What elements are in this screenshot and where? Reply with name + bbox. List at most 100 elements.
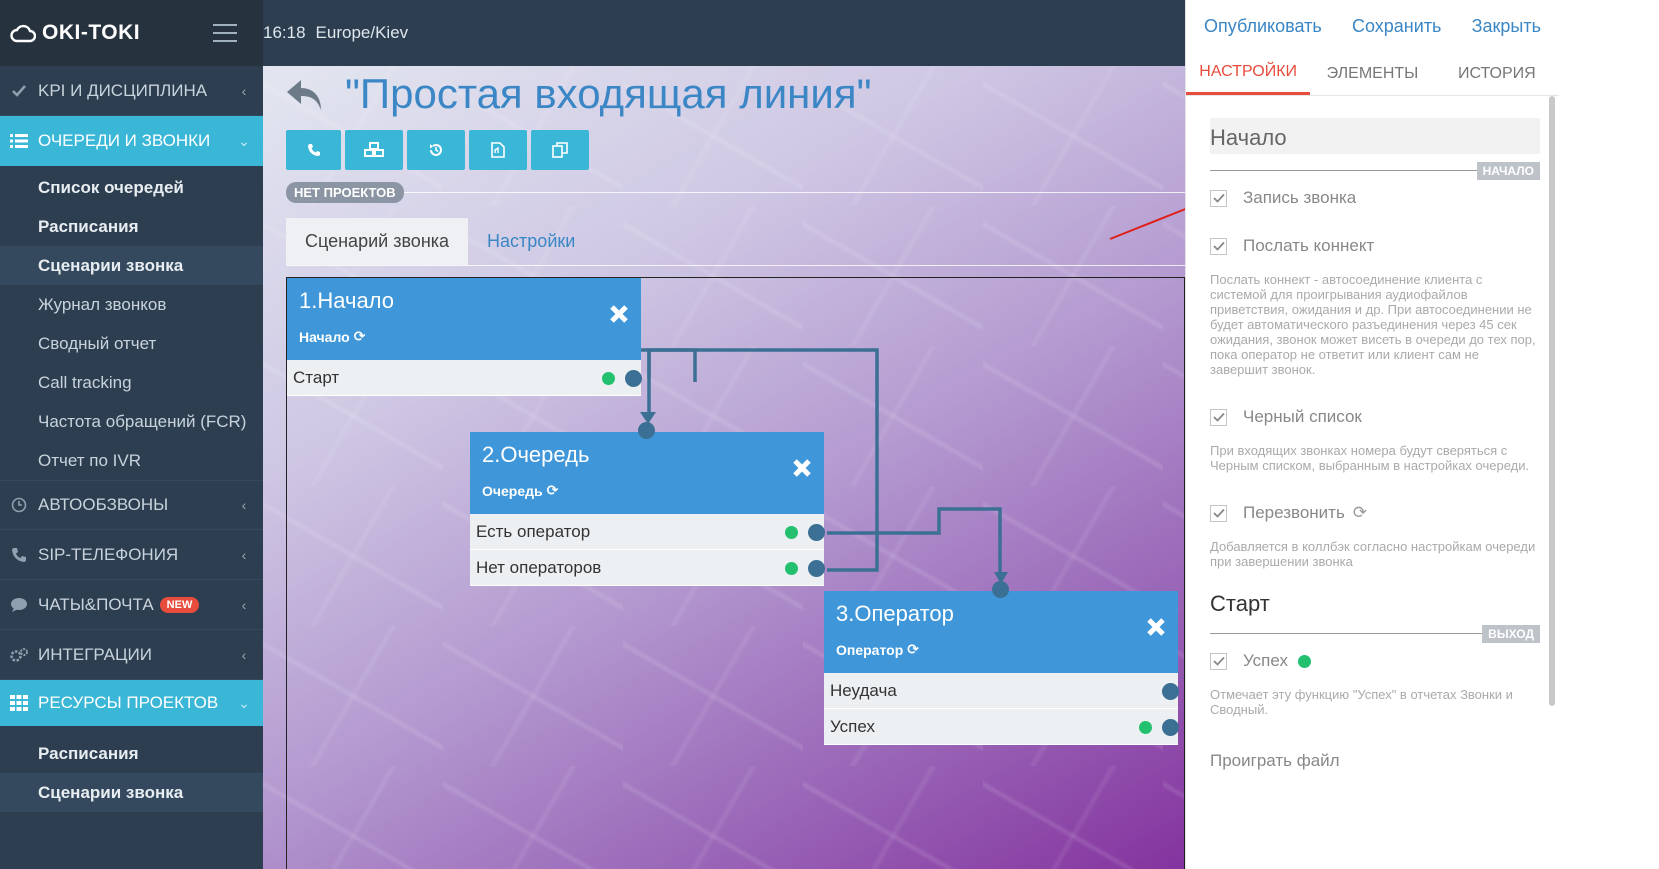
blacklist-checkbox[interactable] — [1210, 408, 1227, 426]
scenario-tabs: Сценарий звонка Настройки — [286, 218, 594, 265]
sidebar-item-res-schedules[interactable]: Расписания — [0, 734, 263, 773]
node-operator[interactable]: 3.Оператор Оператор ⟳ Неудача Успех — [824, 581, 1179, 745]
sidebar-item-summary-report[interactable]: Сводный отчет — [0, 324, 263, 363]
chevron-left-icon: ‹ — [241, 596, 247, 613]
connector-handle[interactable] — [1162, 683, 1179, 700]
file-audio-icon — [491, 142, 505, 158]
sidebar-item-call-log[interactable]: Журнал звонков — [0, 285, 263, 324]
nav-project-resources[interactable]: РЕСУРСЫ ПРОЕКТОВ ⌄ — [0, 680, 263, 726]
node-start-header: 1.Начало Начало ⟳ — [287, 278, 641, 360]
tab-panel-history[interactable]: ИСТОРИЯ — [1435, 52, 1559, 95]
node-operator-row-failure[interactable]: Неудача — [824, 673, 1179, 709]
connector-handle[interactable] — [808, 524, 825, 541]
refresh-icon[interactable]: ⟳ — [547, 482, 559, 499]
refresh-icon[interactable]: ⟳ — [1353, 503, 1367, 523]
connector-handle[interactable] — [808, 560, 825, 577]
success-checkbox[interactable] — [1210, 652, 1227, 670]
sidebar-item-fcr[interactable]: Частота обращений (FCR) — [0, 402, 263, 441]
main-content: "Простая входящая линия" НЕТ ПРОЕКТОВ Сц… — [263, 66, 1185, 869]
node-queue[interactable]: 2.Очередь Очередь ⟳ Есть оператор Нет оп… — [470, 422, 825, 586]
success-option[interactable]: Успех — [1210, 651, 1540, 671]
audio-file-button[interactable] — [469, 130, 527, 170]
nav-queues[interactable]: ОЧЕРЕДИ И ЗВОНКИ ⌄ — [0, 116, 263, 166]
exit-label: Успех — [830, 716, 875, 736]
record-call-option[interactable]: Запись звонка — [1210, 188, 1540, 208]
success-dot — [1297, 654, 1311, 668]
node-start-row[interactable]: Старт — [287, 360, 642, 396]
connector-handle[interactable] — [1162, 719, 1179, 736]
send-connect-checkbox[interactable] — [1210, 237, 1227, 255]
sidebar-item-call-tracking[interactable]: Call tracking — [0, 363, 263, 402]
status-dot — [785, 526, 798, 539]
nav-autodial[interactable]: АВТООБЗВОНЫ ‹ — [0, 480, 263, 530]
projects-button[interactable] — [345, 130, 403, 170]
callback-option[interactable]: Перезвонить ⟳ — [1210, 503, 1540, 523]
sidebar-item-queue-list[interactable]: Список очередей — [0, 168, 263, 207]
tab-settings[interactable]: Настройки — [468, 218, 594, 265]
exit-label: Нет операторов — [476, 557, 602, 577]
callback-help: Добавляется в коллбэк согласно настройка… — [1210, 539, 1536, 569]
chevron-down-icon: ⌄ — [238, 132, 250, 149]
node-operator-subtitle: Оператор ⟳ — [836, 641, 1178, 658]
tab-panel-elements[interactable]: ЭЛЕМЕНТЫ — [1310, 52, 1434, 95]
node-operator-row-success[interactable]: Успех — [824, 709, 1179, 745]
tab-call-scenario[interactable]: Сценарий звонка — [286, 218, 469, 265]
panel-actions: Опубликовать Сохранить Закрыть — [1186, 0, 1559, 52]
node-queue-type: Очередь — [482, 482, 543, 499]
tabs-divider — [286, 265, 1185, 266]
nav-project-resources-label: РЕСУРСЫ ПРОЕКТОВ — [38, 693, 219, 712]
chat-icon — [6, 597, 32, 613]
phone-icon — [6, 547, 32, 563]
input-handle[interactable] — [992, 581, 1009, 598]
node-queue-row-no-operators[interactable]: Нет операторов — [470, 550, 825, 586]
play-file-label: Проиграть файл — [1210, 751, 1340, 770]
callback-checkbox[interactable] — [1210, 504, 1227, 522]
node-start-subtitle: Начало ⟳ — [299, 328, 641, 345]
send-connect-help: Послать коннект - автосоединение клиента… — [1210, 272, 1536, 377]
nav-kpi[interactable]: KPI И ДИСЦИПЛИНА ‹ — [0, 66, 263, 116]
page-title: "Простая входящая линия" — [345, 70, 872, 117]
nav-integrations[interactable]: ИНТЕГРАЦИИ ‹ — [0, 630, 263, 680]
sidebar-item-schedules[interactable]: Расписания — [0, 207, 263, 246]
node-name-field[interactable]: Начало — [1210, 118, 1540, 154]
properties-panel: Опубликовать Сохранить Закрыть НАСТРОЙКИ… — [1185, 0, 1559, 869]
history-button[interactable] — [407, 130, 465, 170]
test-call-button[interactable] — [286, 130, 341, 170]
status-dot — [785, 562, 798, 575]
blacklist-option[interactable]: Черный список — [1210, 407, 1540, 427]
send-connect-label: Послать коннект — [1243, 236, 1375, 255]
node-start[interactable]: 1.Начало Начало ⟳ Старт — [287, 278, 642, 396]
close-icon[interactable] — [1146, 617, 1166, 642]
back-arrow-icon[interactable] — [285, 78, 325, 117]
projects-badge[interactable]: НЕТ ПРОЕКТОВ — [286, 182, 404, 203]
copy-button[interactable] — [531, 130, 589, 170]
publish-button[interactable]: Опубликовать — [1204, 16, 1322, 37]
node-operator-header: 3.Оператор Оператор ⟳ — [824, 591, 1178, 673]
tab-panel-settings[interactable]: НАСТРОЙКИ — [1186, 52, 1311, 95]
nav-kpi-label: KPI И ДИСЦИПЛИНА — [38, 80, 208, 100]
node-queue-row-has-operator[interactable]: Есть оператор — [470, 514, 825, 550]
sidebar-item-ivr-report[interactable]: Отчет по IVR — [0, 441, 263, 480]
projects-divider — [286, 192, 1185, 193]
sidebar-item-call-scenarios[interactable]: Сценарии звонка — [0, 246, 263, 285]
sidebar-item-res-scenarios[interactable]: Сценарии звонка — [0, 773, 263, 812]
nav-sip[interactable]: SIP-ТЕЛЕФОНИЯ ‹ — [0, 530, 263, 580]
history-icon — [430, 144, 442, 156]
close-icon[interactable] — [792, 458, 812, 483]
connector-handle[interactable] — [625, 370, 642, 387]
node-operator-title: 3.Оператор — [836, 601, 954, 626]
refresh-icon[interactable]: ⟳ — [354, 328, 366, 345]
input-handle[interactable] — [638, 422, 655, 439]
chevron-left-icon: ‹ — [241, 497, 247, 513]
close-icon[interactable] — [609, 304, 629, 329]
success-label: Успех — [1243, 651, 1288, 670]
panel-scrollbar[interactable] — [1549, 96, 1555, 706]
nav-chats[interactable]: ЧАТЫ&ПОЧТА NEW ‹ — [0, 580, 263, 630]
record-call-checkbox[interactable] — [1210, 189, 1227, 207]
close-button[interactable]: Закрыть — [1472, 16, 1541, 37]
refresh-icon[interactable]: ⟳ — [907, 641, 919, 658]
save-button[interactable]: Сохранить — [1352, 16, 1441, 37]
hamburger-icon[interactable] — [213, 24, 237, 48]
scenario-canvas[interactable]: 1.Начало Начало ⟳ Старт 2.Очередь Очеред… — [286, 277, 1185, 869]
send-connect-option[interactable]: Послать коннект — [1210, 236, 1540, 256]
